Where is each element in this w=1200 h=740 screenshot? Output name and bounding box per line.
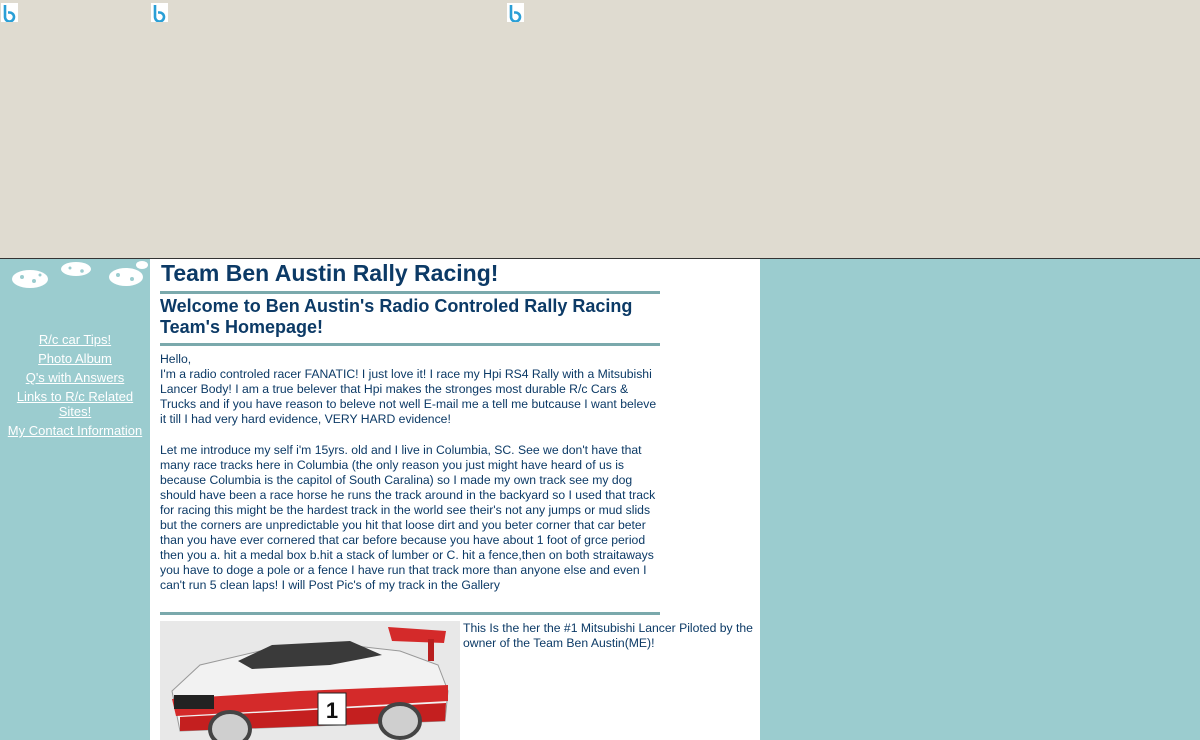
- sidebar: R/c car Tips! Photo Album Q's with Answe…: [0, 259, 150, 740]
- greeting-text: Hello,: [160, 352, 192, 366]
- nav-link-qa[interactable]: Q's with Answers: [0, 370, 150, 385]
- about-paragraph: Let me introduce my self i'm 15yrs. old …: [160, 443, 656, 592]
- page-subtitle: Welcome to Ben Austin's Radio Controled …: [160, 296, 633, 337]
- nav-link-contact[interactable]: My Contact Information: [0, 423, 150, 438]
- photo-caption: This Is the her the #1 Mitsubishi Lancer…: [463, 621, 753, 650]
- divider: [160, 612, 660, 615]
- ad-choices-b-icon[interactable]: [1, 3, 18, 22]
- nav-link-photo-album[interactable]: Photo Album: [0, 351, 150, 366]
- divider: [160, 291, 660, 294]
- nav-link-related-sites[interactable]: Links to R/c Related Sites!: [0, 389, 150, 419]
- page-title: Team Ben Austin Rally Racing!: [161, 260, 499, 286]
- divider: [160, 343, 660, 346]
- sidebar-nav: R/c car Tips! Photo Album Q's with Answe…: [0, 332, 150, 442]
- snowflake-decoration: [12, 261, 148, 288]
- ad-choices-b-icon[interactable]: [151, 3, 168, 22]
- ad-choices-b-icon[interactable]: [507, 3, 524, 22]
- car-number: 1: [326, 698, 338, 723]
- main-content: Team Ben Austin Rally Racing! Welcome to…: [150, 259, 760, 740]
- ad-banner: [0, 0, 1200, 259]
- rally-car-photo: 1: [160, 621, 460, 740]
- right-margin: [760, 259, 1200, 740]
- intro-paragraph: I'm a radio controled racer FANATIC! I j…: [160, 367, 657, 426]
- nav-link-rc-car-tips[interactable]: R/c car Tips!: [0, 332, 150, 347]
